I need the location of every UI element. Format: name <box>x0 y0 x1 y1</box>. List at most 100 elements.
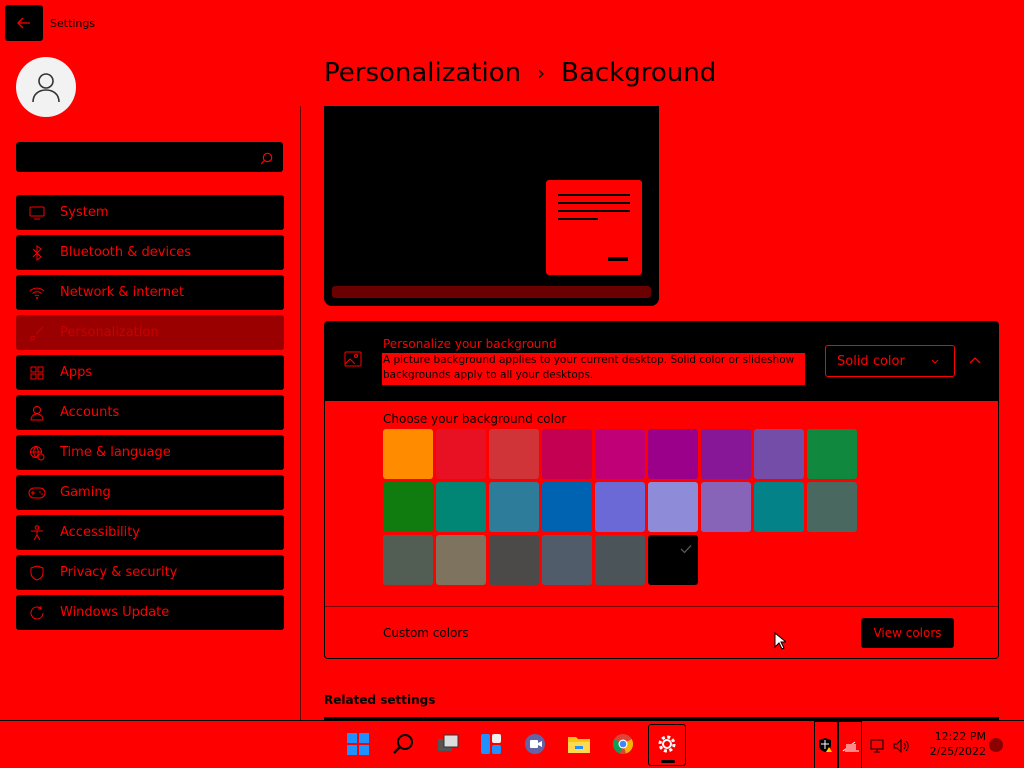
sidebar-item-windows-update[interactable]: Windows Update <box>16 595 284 630</box>
sidebar-item-time-language[interactable]: Time & language <box>16 435 284 470</box>
task-view-icon[interactable] <box>435 731 461 757</box>
brush-icon <box>28 324 46 342</box>
preview-taskbar <box>332 286 651 298</box>
network-warning-tray-button[interactable] <box>838 721 862 768</box>
color-swatch-grid <box>383 429 857 585</box>
widgets-icon[interactable] <box>478 731 504 757</box>
title-bar: Settings <box>0 0 1024 46</box>
color-swatch[interactable] <box>489 535 539 585</box>
taskbar: 12:22 PM 2/25/2022 <box>0 720 1024 768</box>
pane-divider <box>300 106 301 720</box>
color-swatch[interactable] <box>754 482 804 532</box>
chevron-up-icon[interactable] <box>969 351 981 370</box>
sidebar-item-label: System <box>60 205 109 220</box>
color-swatch[interactable] <box>542 429 592 479</box>
notification-icon[interactable] <box>989 738 1003 752</box>
search-icon[interactable] <box>260 150 273 169</box>
security-tray-button[interactable] <box>814 721 838 768</box>
color-swatch[interactable] <box>383 482 433 532</box>
back-arrow-icon <box>17 17 30 29</box>
search-input[interactable] <box>16 142 246 172</box>
setting-title: Personalize your background <box>383 337 557 351</box>
back-button[interactable] <box>5 5 43 41</box>
personalize-background-header[interactable]: Personalize your background A picture ba… <box>324 321 999 401</box>
sidebar-item-accounts[interactable]: Accounts <box>16 395 284 430</box>
background-color-panel: Choose your background color Custom colo… <box>324 401 999 659</box>
gamepad-icon <box>28 484 46 502</box>
color-swatch[interactable] <box>648 535 698 585</box>
taskbar-clock[interactable]: 12:22 PM 2/25/2022 <box>918 729 986 759</box>
color-swatch[interactable] <box>701 429 751 479</box>
sidebar-item-gaming[interactable]: Gaming <box>16 475 284 510</box>
color-swatch[interactable] <box>542 535 592 585</box>
app-title: Settings <box>50 17 96 30</box>
sidebar-item-label: Bluetooth & devices <box>60 245 191 260</box>
color-swatch[interactable] <box>595 429 645 479</box>
person-icon <box>28 404 46 422</box>
globe-clock-icon <box>28 444 46 462</box>
teams-chat-icon[interactable] <box>522 731 548 757</box>
shield-warning-icon <box>818 737 834 757</box>
search-icon[interactable] <box>390 731 416 757</box>
settings-gear-icon <box>654 731 680 757</box>
color-swatch[interactable] <box>754 429 804 479</box>
shield-icon <box>28 564 46 582</box>
user-icon <box>32 73 60 103</box>
related-settings-heading: Related settings <box>324 693 436 707</box>
file-explorer-icon[interactable] <box>566 731 592 757</box>
sidebar-item-accessibility[interactable]: Accessibility <box>16 515 284 550</box>
sidebar-item-network[interactable]: Network & internet <box>16 275 284 310</box>
clock-time: 12:22 PM <box>934 730 986 743</box>
preview-window <box>546 180 642 275</box>
settings-taskbar-button[interactable] <box>648 724 686 766</box>
dropdown-value: Solid color <box>837 353 905 369</box>
color-swatch[interactable] <box>436 429 486 479</box>
sidebar-item-label: Accounts <box>60 405 120 420</box>
view-colors-button[interactable]: View colors <box>861 618 954 648</box>
chevron-down-icon <box>930 355 940 370</box>
color-swatch[interactable] <box>383 429 433 479</box>
apps-grid-icon <box>28 364 46 382</box>
chrome-icon[interactable] <box>610 731 636 757</box>
monitor-icon <box>28 204 46 222</box>
color-swatch[interactable] <box>489 482 539 532</box>
setting-description: A picture background applies to your cur… <box>382 353 805 385</box>
color-swatch[interactable] <box>807 429 857 479</box>
sidebar-item-label: Privacy & security <box>60 565 178 580</box>
mouse-cursor-icon <box>774 631 788 654</box>
volume-icon[interactable] <box>893 738 911 757</box>
sidebar-item-label: Personalization <box>60 325 159 340</box>
sidebar-item-label: Accessibility <box>60 525 140 540</box>
color-swatch[interactable] <box>648 482 698 532</box>
color-swatch[interactable] <box>436 482 486 532</box>
network-disconnected-icon <box>842 738 860 757</box>
update-icon <box>28 604 46 622</box>
desktop-preview <box>324 106 659 306</box>
color-swatch[interactable] <box>489 429 539 479</box>
color-swatch[interactable] <box>542 482 592 532</box>
windows-start-icon[interactable] <box>345 731 371 757</box>
avatar[interactable] <box>16 57 76 117</box>
sidebar-item-privacy[interactable]: Privacy & security <box>16 555 284 590</box>
background-type-dropdown[interactable]: Solid color <box>825 345 955 377</box>
sidebar-item-apps[interactable]: Apps <box>16 355 284 390</box>
sidebar-item-bluetooth[interactable]: Bluetooth & devices <box>16 235 284 270</box>
sidebar-item-system[interactable]: System <box>16 195 284 230</box>
sidebar-item-personalization[interactable]: Personalization <box>16 315 284 350</box>
color-swatch[interactable] <box>807 482 857 532</box>
search-box[interactable] <box>16 142 283 172</box>
checkmark-icon <box>680 539 692 558</box>
breadcrumb-parent[interactable]: Personalization <box>324 58 521 88</box>
color-swatch[interactable] <box>648 429 698 479</box>
color-swatch[interactable] <box>701 482 751 532</box>
network-icon[interactable] <box>870 738 886 757</box>
bluetooth-icon <box>28 244 46 262</box>
color-swatch[interactable] <box>383 535 433 585</box>
sidebar-item-label: Network & internet <box>60 285 185 300</box>
color-swatch[interactable] <box>595 535 645 585</box>
color-swatch[interactable] <box>595 482 645 532</box>
color-swatch[interactable] <box>436 535 486 585</box>
active-app-indicator <box>661 760 675 763</box>
sidebar-nav: System Bluetooth & devices Network & int… <box>16 195 284 635</box>
breadcrumb: Personalization › Background <box>324 58 716 88</box>
